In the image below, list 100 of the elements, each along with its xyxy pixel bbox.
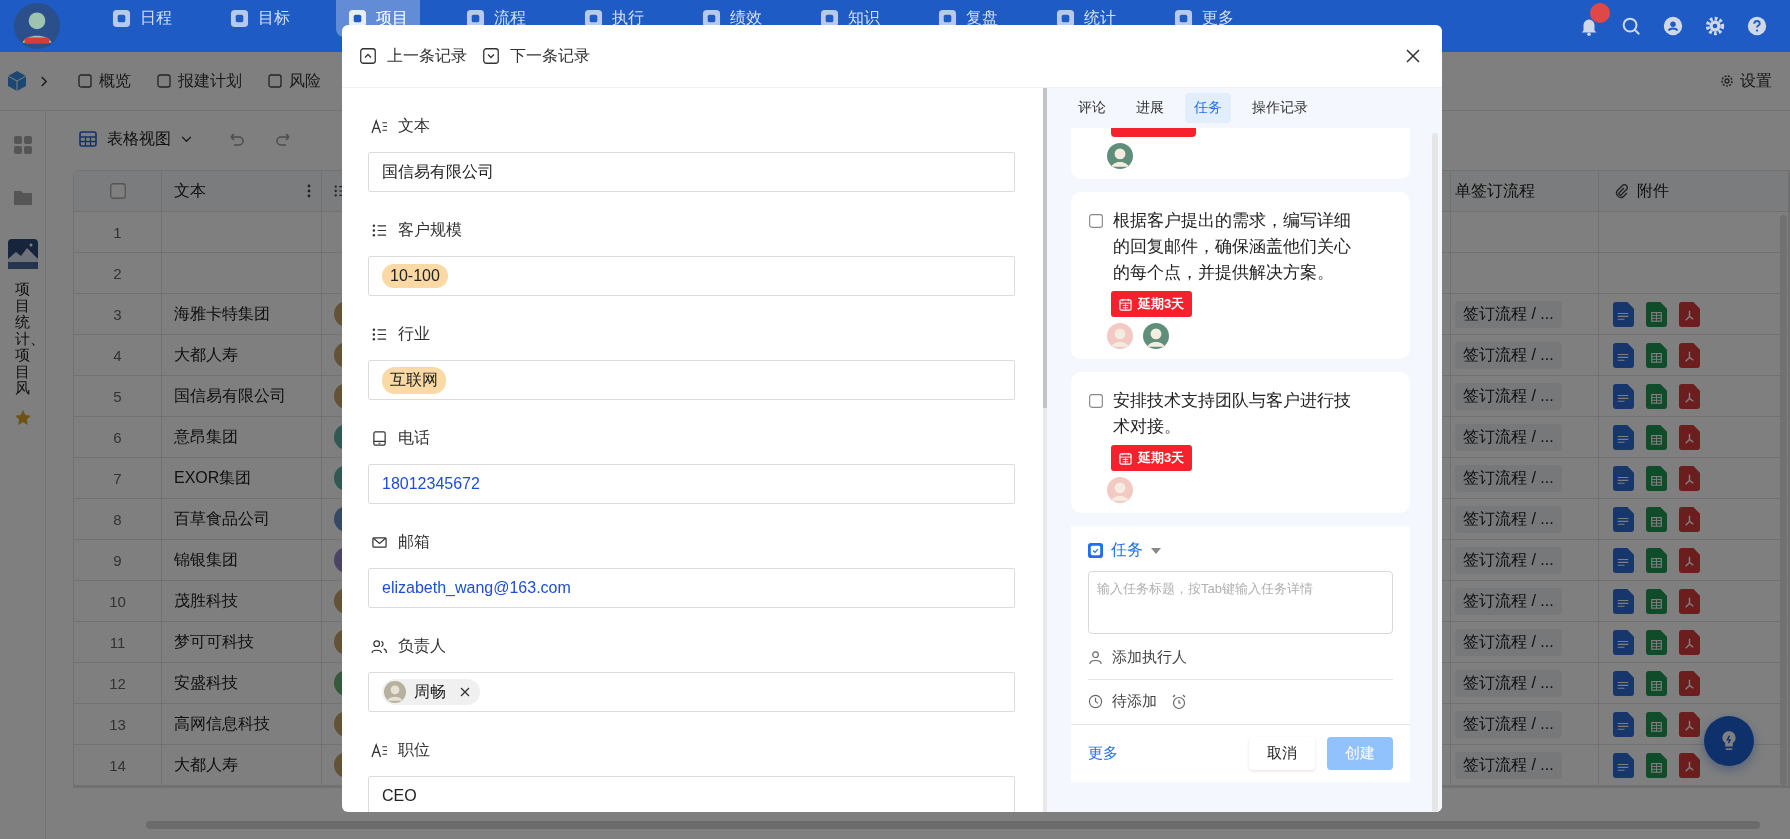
flow-tag: 签订流程 / ...	[1455, 587, 1562, 615]
project-title[interactable]: 项目统计、项目风	[12, 277, 33, 401]
column-header[interactable]: 文本	[174, 180, 206, 202]
spreadsheet-file-icon[interactable]	[1646, 752, 1667, 778]
due-date-button[interactable]: 待添加	[1088, 692, 1157, 711]
table-cell-text: 梦可可科技	[174, 631, 254, 652]
spreadsheet-file-icon[interactable]	[1646, 670, 1667, 696]
chevron-right-icon[interactable]	[39, 74, 48, 88]
document-file-icon[interactable]	[1613, 629, 1634, 655]
person-field[interactable]: 周畅	[368, 672, 1015, 712]
input-field[interactable]: elizabeth_wang@163.com	[368, 568, 1015, 608]
task-card[interactable]: 根据客户提出的需求，编写详细的回复邮件，确保涵盖他们关心的每个点，并提供解决方案。 延期3天	[1071, 192, 1410, 359]
avatar	[384, 681, 406, 703]
spreadsheet-file-icon[interactable]	[1646, 506, 1667, 532]
document-file-icon[interactable]	[1613, 301, 1634, 327]
row-number: 8	[113, 510, 122, 528]
task-title-input[interactable]: 输入任务标题，按Tab键输入任务详情	[1088, 571, 1393, 634]
pdf-file-icon[interactable]	[1679, 465, 1700, 491]
checkbox[interactable]	[1089, 394, 1103, 408]
due-date-tag: 延期3天	[1111, 445, 1193, 471]
pdf-file-icon[interactable]	[1679, 383, 1700, 409]
spreadsheet-file-icon[interactable]	[1646, 629, 1667, 655]
tab[interactable]: 评论	[1069, 93, 1115, 123]
user-icon[interactable]	[1662, 15, 1684, 37]
pdf-file-icon[interactable]	[1679, 711, 1700, 737]
help-icon[interactable]	[1746, 15, 1768, 37]
view-selector[interactable]: 表格视图	[73, 124, 198, 154]
lightbulb-button[interactable]	[1704, 716, 1754, 766]
previous-record-button[interactable]: 上一条记录	[360, 45, 467, 67]
input-field[interactable]: 国信易有限公司	[368, 152, 1015, 192]
spreadsheet-file-icon[interactable]	[1646, 588, 1667, 614]
alarm-clock-icon[interactable]	[1171, 693, 1187, 710]
tab[interactable]: 操作记录	[1243, 93, 1317, 123]
settings-link[interactable]: 设置	[1720, 70, 1772, 92]
people-icon	[371, 638, 388, 654]
next-record-button[interactable]: 下一条记录	[483, 45, 590, 67]
column-header[interactable]: 单签订流程	[1455, 180, 1535, 202]
input-field[interactable]: 18012345672	[368, 464, 1015, 504]
more-link[interactable]: 更多	[1088, 744, 1118, 763]
spreadsheet-file-icon[interactable]	[1646, 424, 1667, 450]
column-header[interactable]: 附件	[1613, 180, 1669, 202]
nav-tab[interactable]: 日程	[100, 0, 184, 37]
clock-icon	[1088, 694, 1103, 709]
spreadsheet-file-icon[interactable]	[1646, 342, 1667, 368]
add-assignee-button[interactable]: 添加执行人	[1088, 648, 1187, 667]
select-field[interactable]: 10-100	[368, 256, 1015, 296]
spreadsheet-file-icon[interactable]	[1646, 547, 1667, 573]
document-file-icon[interactable]	[1613, 547, 1634, 573]
pdf-file-icon[interactable]	[1679, 342, 1700, 368]
logo-avatar[interactable]	[14, 3, 60, 49]
document-file-icon[interactable]	[1613, 711, 1634, 737]
pdf-file-icon[interactable]	[1679, 670, 1700, 696]
pdf-file-icon[interactable]	[1679, 424, 1700, 450]
checkbox[interactable]	[1089, 214, 1103, 228]
pdf-file-icon[interactable]	[1679, 588, 1700, 614]
scrollbar[interactable]	[1043, 88, 1047, 812]
grid-icon[interactable]	[12, 135, 33, 155]
search-icon[interactable]	[1620, 15, 1642, 37]
task-card[interactable]: 安排技术支持团队与客户进行技术对接。 延期3天	[1071, 372, 1410, 513]
more-icon[interactable]	[307, 183, 311, 199]
task-card[interactable]	[1071, 128, 1410, 179]
close-icon[interactable]	[1406, 49, 1420, 63]
spreadsheet-file-icon[interactable]	[1646, 465, 1667, 491]
document-file-icon[interactable]	[1613, 342, 1634, 368]
select-all-checkbox[interactable]	[109, 183, 126, 199]
pdf-file-icon[interactable]	[1679, 506, 1700, 532]
star-icon[interactable]	[13, 408, 32, 427]
flow-tag: 签订流程 / ...	[1455, 546, 1562, 574]
sub-nav-link[interactable]: 风险	[268, 70, 321, 92]
document-file-icon[interactable]	[1613, 752, 1634, 778]
tab[interactable]: 进展	[1127, 93, 1173, 123]
tab[interactable]: 任务	[1185, 93, 1231, 123]
document-file-icon[interactable]	[1613, 424, 1634, 450]
scrollbar[interactable]	[1432, 133, 1438, 812]
remove-icon[interactable]	[460, 687, 470, 697]
checkbox-icon	[1088, 543, 1103, 558]
pdf-file-icon[interactable]	[1679, 629, 1700, 655]
select-field[interactable]: 互联网	[368, 360, 1015, 400]
cube-icon[interactable]	[5, 69, 29, 93]
document-file-icon[interactable]	[1613, 383, 1634, 409]
spreadsheet-file-icon[interactable]	[1646, 383, 1667, 409]
cancel-button[interactable]: 取消	[1249, 737, 1315, 770]
table-cell-text: EXOR集团	[174, 467, 252, 488]
pdf-file-icon[interactable]	[1679, 301, 1700, 327]
document-file-icon[interactable]	[1613, 506, 1634, 532]
nav-tab[interactable]: 目标	[218, 0, 302, 37]
document-file-icon[interactable]	[1613, 465, 1634, 491]
settings-icon[interactable]	[1704, 15, 1726, 37]
row-number: 1	[113, 223, 122, 241]
sub-nav-link[interactable]: 概览	[78, 70, 131, 92]
document-file-icon[interactable]	[1613, 670, 1634, 696]
row-number: 12	[109, 674, 126, 692]
pdf-file-icon[interactable]	[1679, 547, 1700, 573]
spreadsheet-file-icon[interactable]	[1646, 301, 1667, 327]
spreadsheet-file-icon[interactable]	[1646, 711, 1667, 737]
document-file-icon[interactable]	[1613, 588, 1634, 614]
task-type-selector[interactable]: 任务	[1088, 540, 1161, 561]
input-field[interactable]: CEO	[368, 776, 1015, 812]
sub-nav-link[interactable]: 报建计划	[157, 70, 242, 92]
pdf-file-icon[interactable]	[1679, 752, 1700, 778]
